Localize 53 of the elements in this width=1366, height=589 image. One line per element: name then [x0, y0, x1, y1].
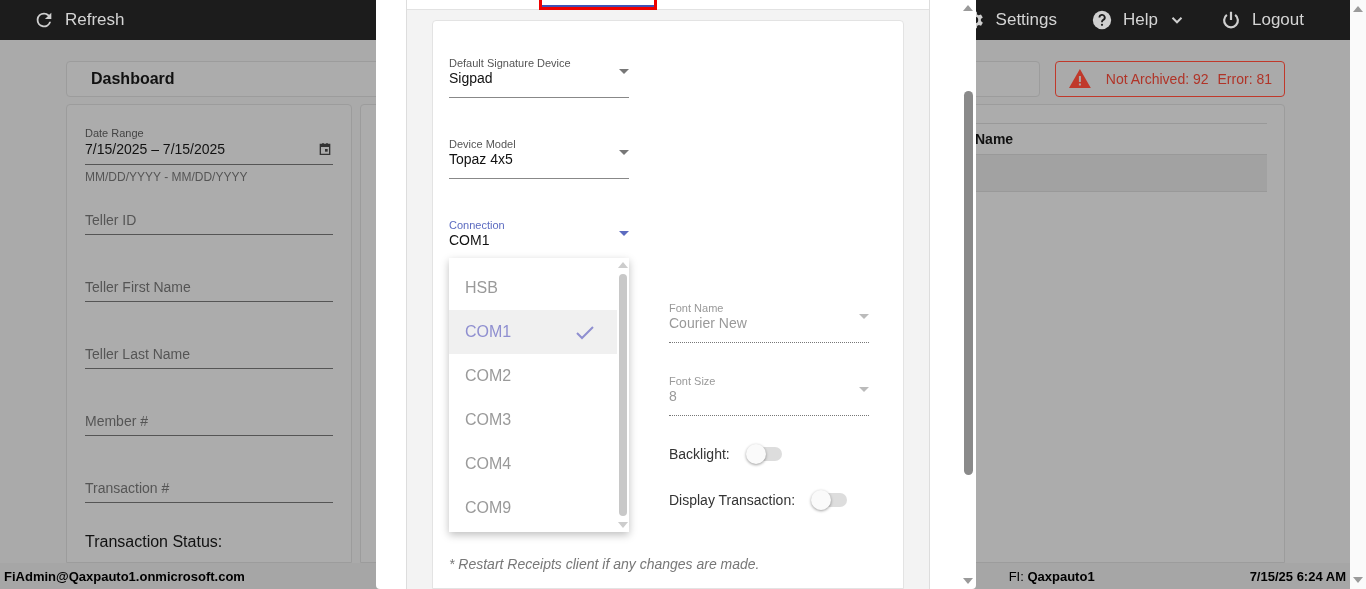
field-value: Topaz 4x5	[449, 151, 514, 167]
caret-icon	[619, 230, 629, 236]
input-field[interactable]: Transaction #	[85, 473, 333, 503]
scrollbar-thumb[interactable]	[963, 91, 973, 475]
input-field[interactable]: Teller First Name	[85, 272, 333, 302]
field-value: Courier New	[669, 315, 747, 331]
alert-text: Not Archived: 92	[1105, 71, 1209, 87]
field-label: Connection	[449, 218, 505, 231]
field-label: Device Model	[449, 138, 516, 150]
logout-button[interactable]: Logout	[1220, 9, 1304, 31]
tab[interactable]	[539, 0, 657, 10]
caret-icon	[859, 314, 869, 319]
scroll-down-icon	[618, 522, 628, 528]
date-range-field[interactable]: Date Range 7/15/2025 – 7/15/2025	[85, 127, 333, 165]
alert-text: Error: 81	[1217, 71, 1272, 87]
caret-icon	[859, 387, 869, 392]
field-label: Font Name	[669, 302, 725, 314]
input-field[interactable]: Member #	[85, 406, 333, 436]
warning-icon	[1068, 67, 1092, 91]
toggle-label: Backlight:	[669, 446, 730, 462]
scroll-up-icon	[963, 5, 973, 11]
field-hint: MM/DD/YYYY - MM/DD/YYYY	[85, 170, 249, 184]
scroll-down-icon	[963, 578, 973, 584]
toggle-switch[interactable]	[747, 447, 782, 461]
scroll-up-icon	[1353, 6, 1363, 12]
input-field[interactable]: Teller ID	[85, 205, 333, 235]
refresh-button[interactable]: Refresh	[33, 9, 125, 31]
toggle-label: Display Transaction:	[669, 492, 796, 508]
field-value: Sigpad	[449, 70, 494, 86]
scroll-down-icon	[1353, 577, 1363, 583]
column-header[interactable]: Name	[975, 131, 1267, 147]
input-field[interactable]: Teller Last Name	[85, 339, 333, 369]
scrollbar-thumb[interactable]	[619, 274, 627, 516]
help-icon	[1091, 9, 1114, 31]
section-label: Transaction Status:	[85, 533, 224, 551]
field-value: 7/15/2025 – 7/15/2025	[85, 141, 226, 157]
toggle-switch[interactable]	[813, 493, 848, 507]
power-icon	[1220, 9, 1242, 31]
field-label: Date Range	[85, 127, 145, 139]
timestamp: 7/15/25 6:24 AM	[1249, 568, 1346, 584]
field-label: Font Size	[669, 375, 716, 387]
select-field[interactable]: Default Signature Device Sigpad	[449, 55, 629, 98]
field-value: COM1	[449, 231, 491, 248]
help-button[interactable]: Help	[1091, 9, 1186, 31]
scroll-up-icon	[618, 262, 628, 268]
note-text: * Restart Receipts client if any changes are made.	[449, 556, 761, 572]
check-icon	[575, 324, 595, 340]
institution-label: FI: Qaxpauto1	[1008, 568, 1096, 584]
caret-icon	[619, 69, 629, 74]
field-value: 8	[669, 388, 678, 404]
calendar-icon	[317, 141, 333, 157]
user-email: FiAdmin@Qaxpauto1.onmicrosoft.com	[4, 568, 245, 584]
select-field[interactable]: Device Model Topaz 4x5	[449, 136, 629, 179]
